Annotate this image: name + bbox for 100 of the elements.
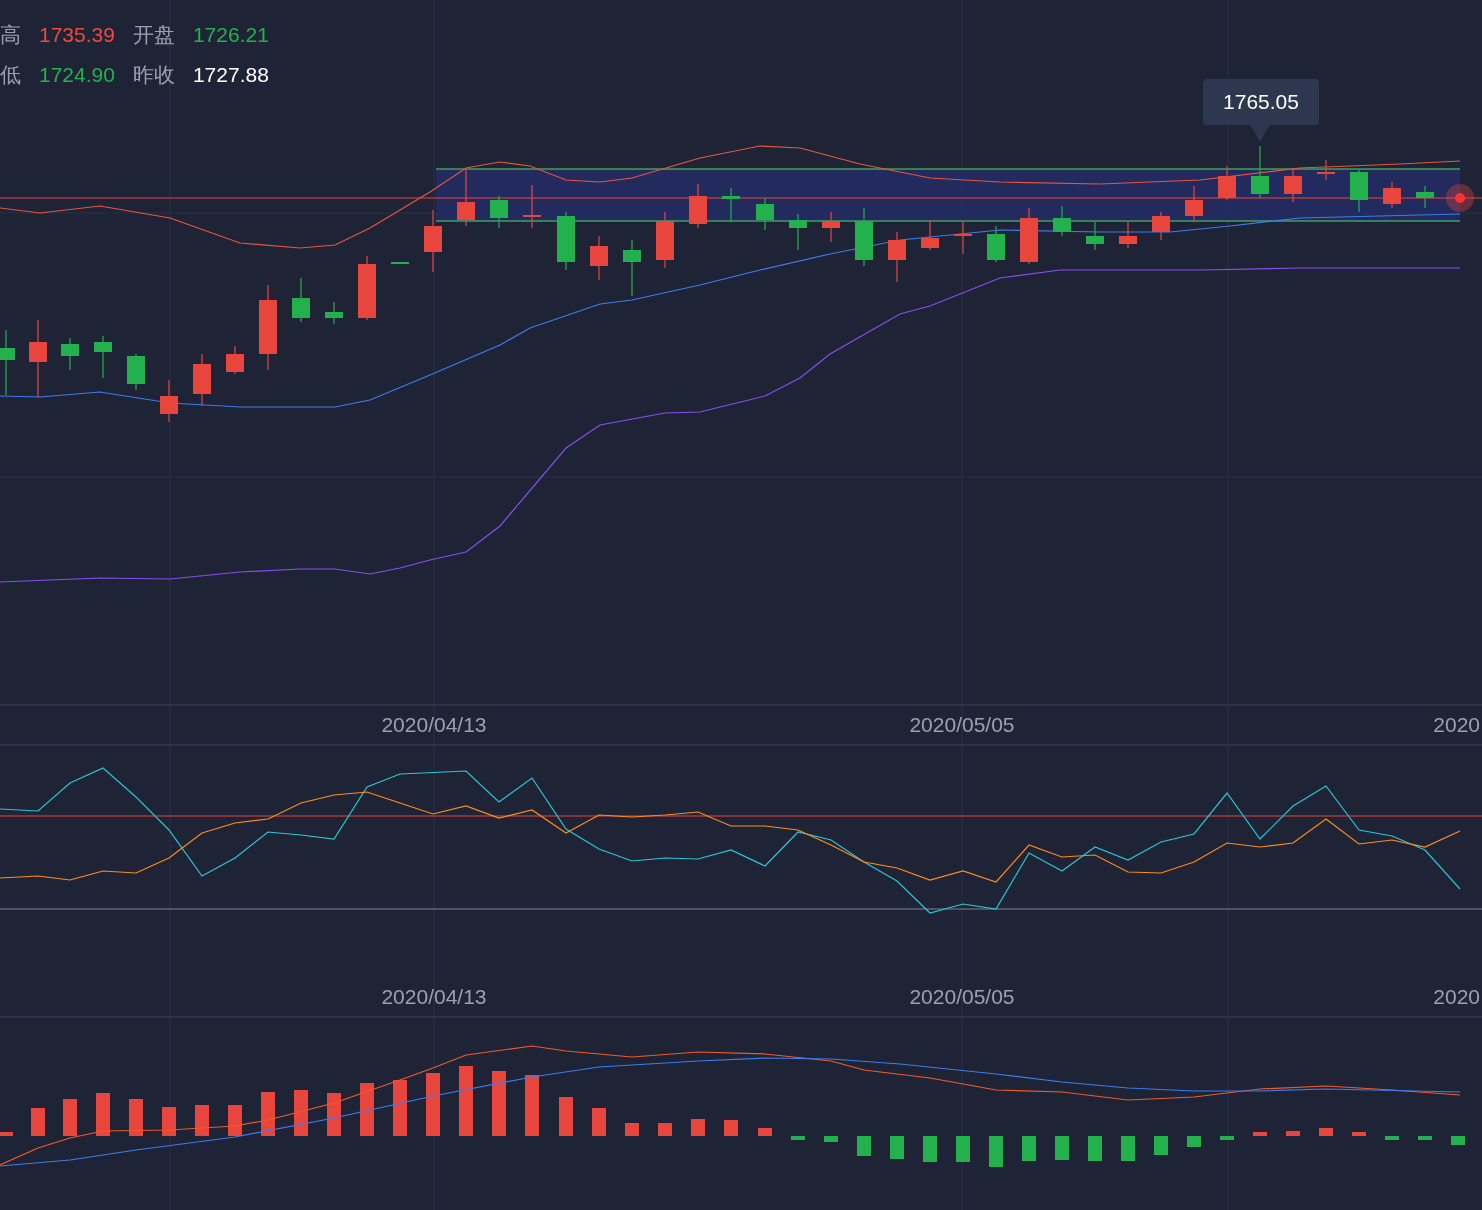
- candlestick: [358, 255, 376, 321]
- candlestick: [0, 329, 15, 396]
- histogram-bar: [129, 1099, 143, 1136]
- candlestick: [987, 225, 1005, 263]
- candlestick: [490, 195, 508, 229]
- axis-date-label: 2020/04/13: [381, 712, 487, 738]
- candlestick: [888, 231, 906, 283]
- histogram-bar: [1286, 1131, 1300, 1136]
- candlestick: [756, 197, 774, 231]
- candlestick: [523, 184, 541, 229]
- histogram-bar: [525, 1075, 539, 1136]
- histogram-bar: [824, 1136, 838, 1142]
- candlestick: [1416, 185, 1434, 209]
- histogram-bar: [261, 1092, 275, 1136]
- quote-label: 昨收: [132, 62, 175, 88]
- histogram-bar: [658, 1123, 672, 1136]
- candlestick: [1317, 159, 1335, 181]
- histogram-bar: [31, 1108, 45, 1136]
- histogram-bar: [360, 1083, 374, 1136]
- histogram-bar: [923, 1136, 937, 1162]
- candlestick: [1185, 185, 1203, 223]
- candlestick: [822, 211, 840, 243]
- histogram-bar: [1055, 1136, 1069, 1160]
- histogram-bar: [1154, 1136, 1168, 1155]
- candlestick: [623, 239, 641, 297]
- candlestick: [789, 213, 807, 251]
- axis-date-label: 2020/04/13: [381, 984, 487, 1010]
- histogram-bar: [691, 1119, 705, 1136]
- histogram-bar: [426, 1073, 440, 1136]
- candlestick: [656, 211, 674, 269]
- candlestick: [1383, 181, 1401, 209]
- histogram-bar: [1220, 1136, 1234, 1140]
- candlestick: [94, 335, 112, 379]
- candlestick: [1218, 165, 1236, 201]
- candlestick: [855, 207, 873, 267]
- histogram-bar: [96, 1093, 110, 1136]
- quote-label: 低: [0, 62, 21, 88]
- histogram-bar: [327, 1093, 341, 1136]
- candlestick: [1350, 169, 1368, 213]
- histogram-bar: [791, 1136, 805, 1140]
- candlestick: [1251, 145, 1269, 199]
- histogram-bar: [1088, 1136, 1102, 1161]
- histogram-bar: [559, 1097, 573, 1136]
- candlestick: [424, 209, 442, 273]
- candlestick: [1284, 169, 1302, 203]
- histogram-bar: [1121, 1136, 1135, 1161]
- histogram-bar: [724, 1120, 738, 1136]
- quote-value: 1735.39: [39, 22, 115, 48]
- candlestick: [921, 219, 939, 251]
- candlestick: [1119, 221, 1137, 249]
- axis-date-label: 2020: [1433, 984, 1480, 1010]
- quote-value: 1727.88: [192, 62, 269, 88]
- candlestick: [722, 187, 740, 223]
- price-tooltip: 1765.05: [1203, 79, 1319, 125]
- histogram-bar: [1418, 1136, 1432, 1140]
- candlestick: [457, 169, 475, 227]
- axis-date-label: 2020: [1433, 712, 1480, 738]
- histogram-bar: [1451, 1136, 1465, 1145]
- candlestick: [226, 345, 244, 375]
- histogram-bar: [294, 1090, 308, 1136]
- candlestick: [557, 211, 575, 271]
- histogram-bar: [989, 1136, 1003, 1167]
- histogram-bar: [63, 1099, 77, 1136]
- histogram-bar: [162, 1107, 176, 1136]
- histogram-bar: [758, 1128, 772, 1136]
- histogram-bar: [1319, 1128, 1333, 1136]
- histogram-bar: [956, 1136, 970, 1162]
- candlestick: [391, 261, 409, 265]
- candlestick: [590, 235, 608, 281]
- histogram-bar: [228, 1105, 242, 1136]
- histogram-bar: [592, 1108, 606, 1136]
- histogram-bar: [1385, 1136, 1399, 1140]
- candlestick: [193, 353, 211, 407]
- quote-label: 开盘: [132, 22, 175, 48]
- quote-value: 1726.21: [192, 22, 269, 48]
- histogram-bar: [492, 1071, 506, 1136]
- histogram-bar: [1187, 1136, 1201, 1147]
- histogram-bar: [459, 1066, 473, 1136]
- candlestick: [127, 353, 145, 391]
- histogram-bar: [625, 1123, 639, 1136]
- axis-date-label: 2020/05/05: [909, 712, 1015, 738]
- histogram-bar: [1352, 1132, 1366, 1136]
- candlestick: [160, 379, 178, 423]
- candlestick: [61, 337, 79, 371]
- axis-date-label: 2020/05/05: [909, 984, 1015, 1010]
- histogram-bar: [857, 1136, 871, 1156]
- histogram-bar: [393, 1080, 407, 1136]
- candlestick: [1152, 211, 1170, 241]
- histogram-bar: [1253, 1132, 1267, 1136]
- candlestick: [1086, 221, 1104, 251]
- histogram-bar: [1022, 1136, 1036, 1161]
- candlestick: [1053, 205, 1071, 237]
- candlestick: [689, 183, 707, 229]
- candlestick: [292, 277, 310, 323]
- histogram-bar: [195, 1105, 209, 1136]
- candlestick: [325, 301, 343, 325]
- quote-label: 高: [0, 22, 21, 48]
- price-marker-icon: [1446, 184, 1474, 212]
- histogram-bar: [890, 1136, 904, 1159]
- candlestick: [1020, 207, 1038, 265]
